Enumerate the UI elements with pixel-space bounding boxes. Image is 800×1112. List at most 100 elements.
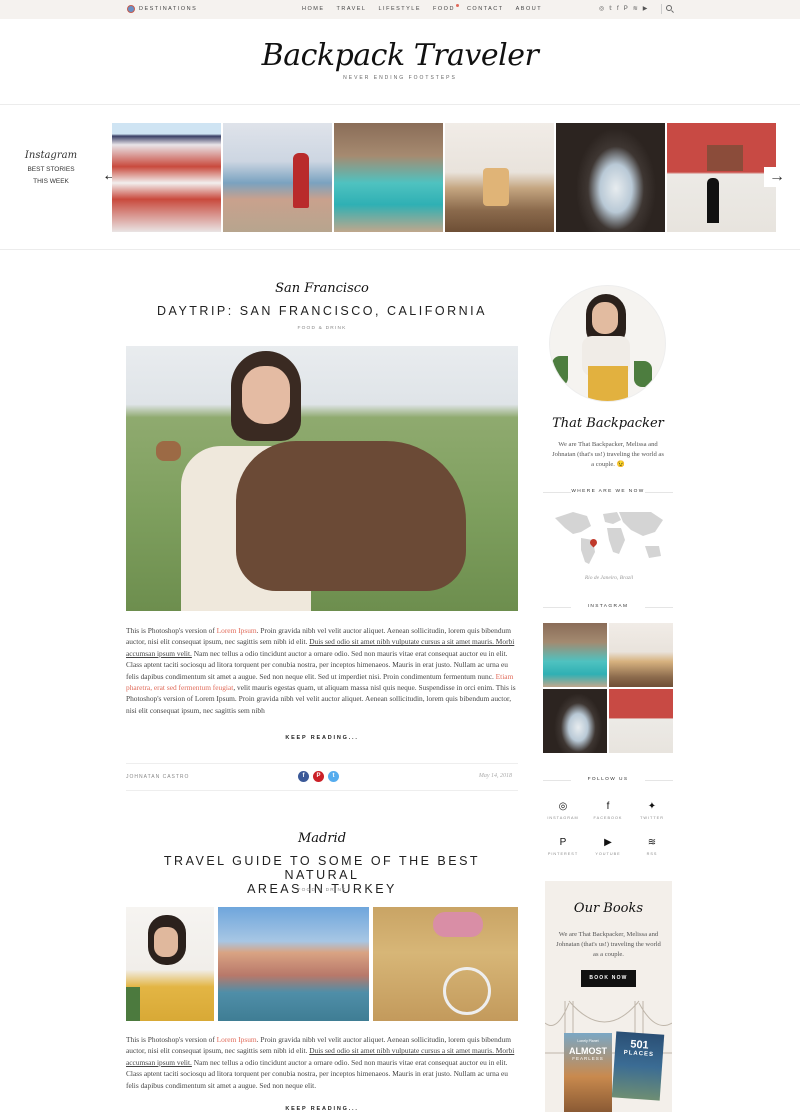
post-author[interactable]: JOHNATAN CASTRO: [126, 774, 189, 780]
book-title: ALMOST: [569, 1046, 607, 1056]
search-icon[interactable]: [666, 5, 672, 11]
share-buttons: f P t: [298, 771, 339, 782]
globe-icon: [127, 5, 135, 13]
instagram-photo[interactable]: [334, 123, 443, 232]
keep-reading-link[interactable]: KEEP READING...: [126, 1106, 518, 1112]
follow-instagram[interactable]: ◎ INSTAGRAM: [543, 801, 583, 820]
top-bar: DESTINATIONS HOME TRAVEL LIFESTYLE FOOD …: [0, 0, 800, 19]
instagram-photo[interactable]: [667, 123, 776, 232]
keep-reading-link[interactable]: KEEP READING...: [126, 735, 518, 741]
post-subcategory[interactable]: FOOD & DRINK: [126, 888, 518, 893]
instagram-thumb[interactable]: [543, 623, 607, 687]
books-text: We are That Backpacker, Melissa and John…: [556, 931, 661, 958]
rss-icon[interactable]: ≋: [633, 5, 638, 13]
section-title: WHERE ARE WE NOW: [543, 489, 673, 494]
plant: [552, 356, 568, 386]
about-title: That Backpacker: [552, 416, 664, 431]
destinations-label: DESTINATIONS: [139, 6, 198, 12]
book-subtitle: FEARLESS: [572, 1056, 604, 1061]
about-text: We are That Backpacker, Melissa and John…: [552, 441, 664, 468]
nav-food-label: FOOD: [433, 6, 455, 12]
nav-about[interactable]: ABOUT: [516, 6, 542, 12]
facebook-icon: f: [606, 801, 610, 812]
post-category[interactable]: San Francisco: [126, 281, 518, 296]
instagram-strip-label: Instagram BEST STORIES THIS WEEK: [20, 150, 82, 188]
instagram-thumb[interactable]: [609, 689, 673, 753]
follow-youtube[interactable]: ▶ YOUTUBE: [588, 837, 628, 856]
plant: [634, 361, 652, 387]
section-title: INSTAGRAM: [543, 604, 673, 609]
donkey-figure: [236, 441, 466, 591]
follow-facebook[interactable]: f FACEBOOK: [588, 801, 628, 820]
pinterest-share-icon[interactable]: P: [313, 771, 324, 782]
post-image[interactable]: [126, 346, 518, 611]
follow-label: RSS: [646, 852, 658, 856]
follow-label: YOUTUBE: [595, 852, 621, 856]
follow-label: INSTAGRAM: [547, 816, 579, 820]
site-tagline: NEVER ENDING FOOTSTEPS: [343, 75, 457, 81]
books-title: Our Books: [573, 901, 644, 916]
avatar-face: [592, 302, 618, 334]
instagram-icon[interactable]: ◎: [599, 5, 604, 13]
section-title: FOLLOW US: [543, 777, 673, 782]
world-map: [555, 512, 663, 564]
post-image[interactable]: [218, 907, 369, 1021]
title-line1: TRAVEL GUIDE TO SOME OF THE BEST NATURAL: [163, 854, 481, 882]
divider: [661, 4, 662, 14]
post-category[interactable]: Madrid: [126, 831, 518, 846]
twitter-share-icon[interactable]: t: [328, 771, 339, 782]
instagram-photo[interactable]: [112, 123, 221, 232]
post-image[interactable]: [373, 907, 518, 1021]
nav-home[interactable]: HOME: [302, 6, 325, 12]
youtube-icon[interactable]: ▶: [643, 5, 648, 13]
rss-icon: ≋: [647, 837, 657, 848]
label-line1: BEST STORIES: [27, 166, 75, 173]
instagram-photo[interactable]: [445, 123, 554, 232]
nav-lifestyle[interactable]: LIFESTYLE: [379, 6, 422, 12]
avatar-skirt: [588, 366, 628, 401]
site-logo[interactable]: Backpack Traveler: [0, 38, 800, 73]
twitter-icon[interactable]: 𝕥: [609, 5, 612, 13]
post-excerpt: This is Photoshop's version of Lorem Ips…: [126, 625, 518, 716]
follow-label: FACEBOOK: [593, 816, 623, 820]
divider: [0, 104, 800, 105]
instagram-thumb[interactable]: [543, 689, 607, 753]
facebook-icon[interactable]: f: [617, 5, 619, 13]
post-meta: JOHNATAN CASTRO f P t May 14, 2018: [126, 763, 518, 791]
arrow-right-icon[interactable]: →: [764, 167, 790, 187]
post-excerpt: This is Photoshop's version of Lorem Ips…: [126, 1034, 518, 1091]
post-image[interactable]: [126, 907, 214, 1021]
twitter-icon: ✦: [647, 801, 657, 812]
instagram-photo[interactable]: [223, 123, 332, 232]
instagram-thumb[interactable]: [609, 623, 673, 687]
face: [242, 366, 290, 424]
main-nav: HOME TRAVEL LIFESTYLE FOOD CONTACT ABOUT: [302, 4, 542, 12]
instagram-icon: ◎: [558, 801, 568, 812]
instagram-strip: [112, 123, 776, 232]
nav-food[interactable]: FOOD: [433, 4, 459, 12]
pinterest-icon[interactable]: P: [624, 5, 628, 13]
follow-twitter[interactable]: ✦ TWITTER: [632, 801, 672, 820]
post-title[interactable]: DAYTRIP: SAN FRANCISCO, CALIFORNIA: [126, 304, 518, 318]
site-header: Backpack Traveler NEVER ENDING FOOTSTEPS: [0, 38, 800, 81]
facebook-share-icon[interactable]: f: [298, 771, 309, 782]
follow-label: PINTEREST: [547, 852, 579, 856]
post-date: May 14, 2018: [478, 773, 512, 779]
text-link[interactable]: Lorem Ipsum: [217, 626, 257, 635]
follow-rss[interactable]: ≋ RSS: [632, 837, 672, 856]
instagram-photo[interactable]: [556, 123, 665, 232]
destinations-menu[interactable]: DESTINATIONS: [127, 5, 197, 13]
book-now-button[interactable]: BOOK NOW: [581, 970, 636, 987]
avatar: [549, 285, 666, 402]
distant-horse: [156, 441, 181, 461]
text: This is Photoshop's version of: [126, 626, 217, 635]
text-link[interactable]: Lorem Ipsum: [217, 1035, 257, 1044]
book-cover-almost-fearless[interactable]: Lonely Planet ALMOST FEARLESS: [564, 1033, 612, 1112]
pinterest-icon: P: [559, 837, 567, 848]
post-subcategory[interactable]: FOOD & DRINK: [126, 326, 518, 331]
follow-pinterest[interactable]: P PINTEREST: [543, 837, 583, 856]
book-cover-501-places[interactable]: 501 PLACES: [611, 1031, 665, 1101]
books-widget: Our Books We are That Backpacker, Meliss…: [545, 881, 672, 1112]
nav-contact[interactable]: CONTACT: [467, 6, 504, 12]
nav-travel[interactable]: TRAVEL: [337, 6, 367, 12]
